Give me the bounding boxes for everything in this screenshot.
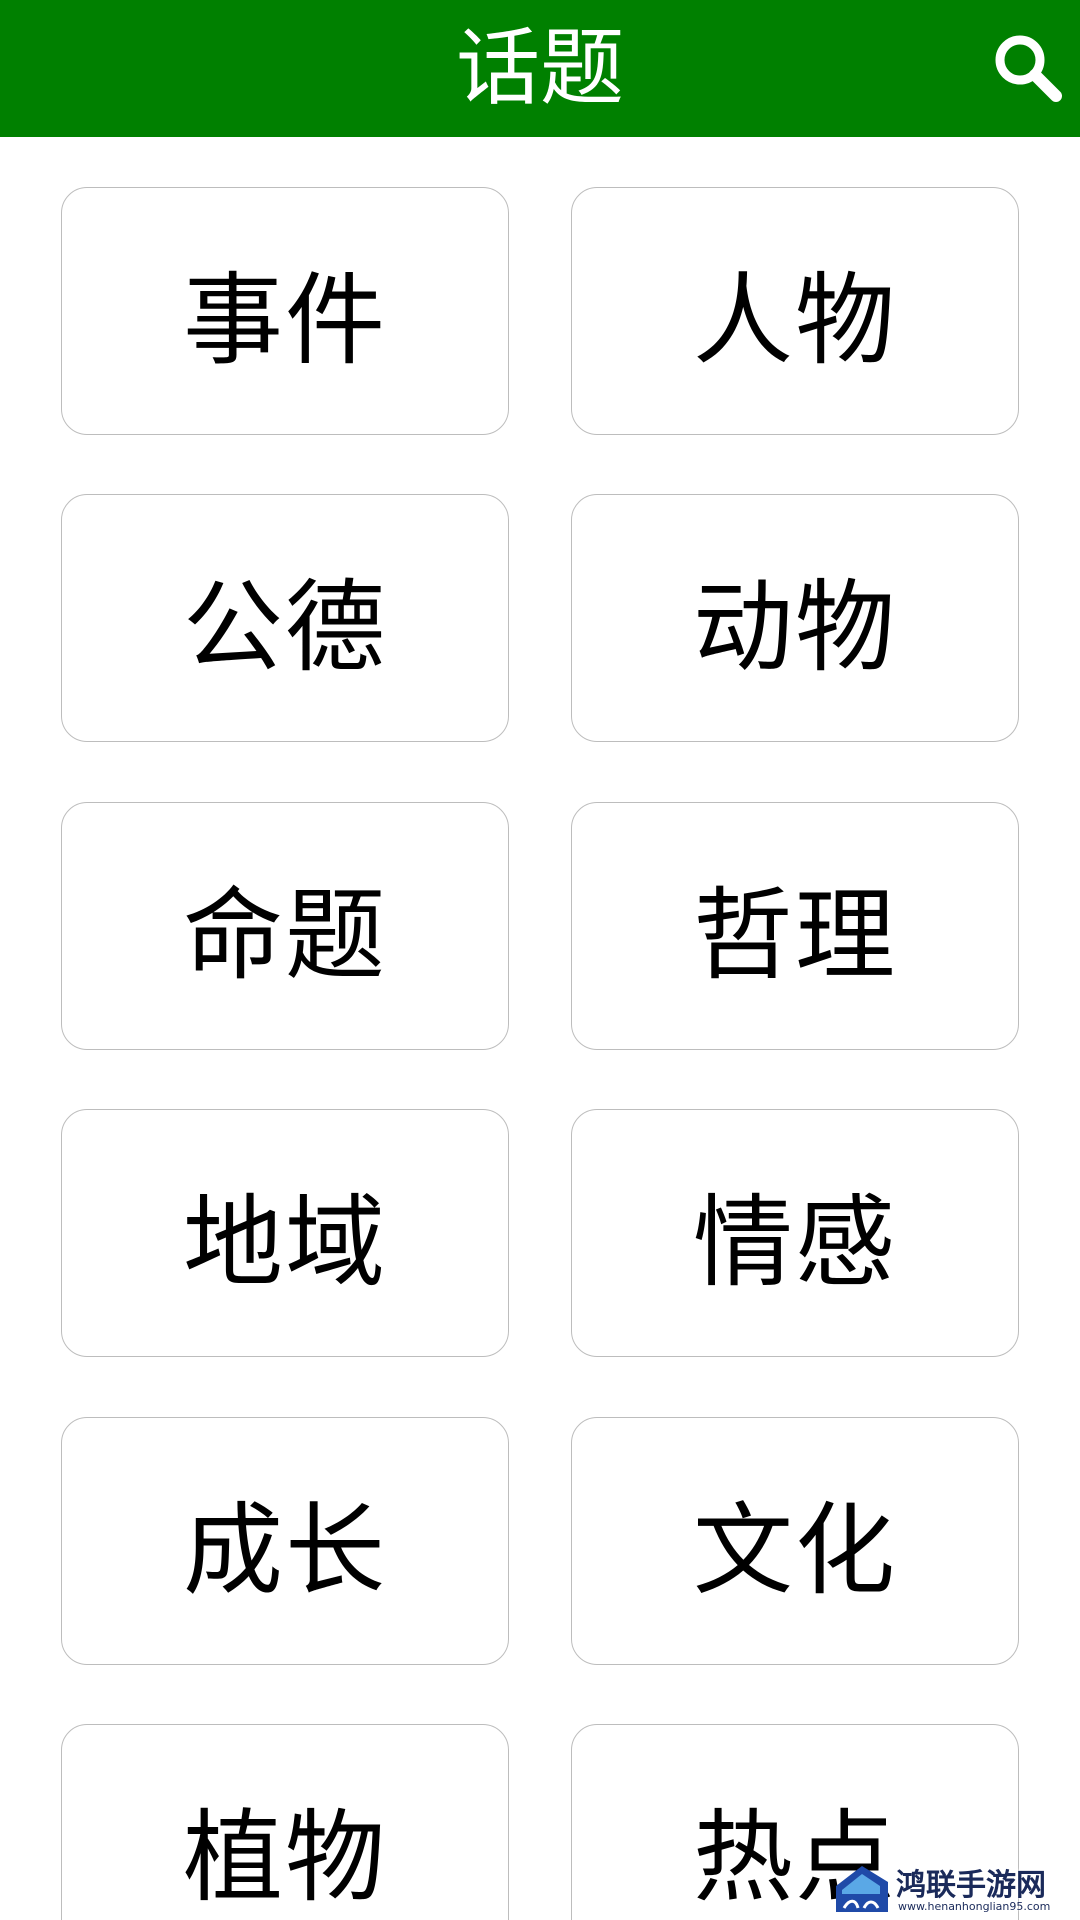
topic-label: 命题 xyxy=(183,876,387,994)
topic-grid: 事件 人物 公德 动物 命题 哲理 地域 情感 成长 文化 植物 热点 xyxy=(0,0,1080,1920)
topic-tile-culture[interactable]: 文化 xyxy=(571,1417,1019,1665)
topic-tile-growth[interactable]: 成长 xyxy=(61,1417,509,1665)
topic-label: 植物 xyxy=(183,1798,387,1916)
topic-label: 文化 xyxy=(693,1491,897,1609)
topic-tile-proposition[interactable]: 命题 xyxy=(61,802,509,1050)
watermark-logo-icon xyxy=(836,1866,888,1912)
topic-tile-people[interactable]: 人物 xyxy=(571,187,1019,435)
watermark-url: www.henanhonglian95.com xyxy=(898,1900,1051,1913)
search-icon xyxy=(995,35,1062,102)
search-button[interactable] xyxy=(990,30,1066,106)
topic-tile-emotion[interactable]: 情感 xyxy=(571,1109,1019,1357)
topic-label: 公德 xyxy=(183,568,387,686)
topic-tile-plants[interactable]: 植物 xyxy=(61,1724,509,1920)
topic-label: 情感 xyxy=(693,1183,897,1301)
top-app-bar: 话题 xyxy=(0,0,1080,137)
topic-label: 动物 xyxy=(693,568,897,686)
topic-tile-philosophy[interactable]: 哲理 xyxy=(571,802,1019,1050)
topic-label: 事件 xyxy=(183,261,387,379)
topic-label: 哲理 xyxy=(693,876,897,994)
topic-tile-event[interactable]: 事件 xyxy=(61,187,509,435)
topics-screen: 事件 人物 公德 动物 命题 哲理 地域 情感 成长 文化 植物 热点 话题 鸿… xyxy=(0,0,1080,1920)
page-title: 话题 xyxy=(455,19,624,117)
topic-tile-region[interactable]: 地域 xyxy=(61,1109,509,1357)
topic-tile-animals[interactable]: 动物 xyxy=(571,494,1019,742)
topic-label: 人物 xyxy=(693,261,897,379)
topic-tile-public-morality[interactable]: 公德 xyxy=(61,494,509,742)
watermark: 鸿联手游网 www.henanhonglian95.com xyxy=(828,1858,1080,1920)
topic-label: 地域 xyxy=(183,1183,387,1301)
topic-label: 成长 xyxy=(183,1491,387,1609)
watermark-title: 鸿联手游网 xyxy=(896,1868,1046,1903)
